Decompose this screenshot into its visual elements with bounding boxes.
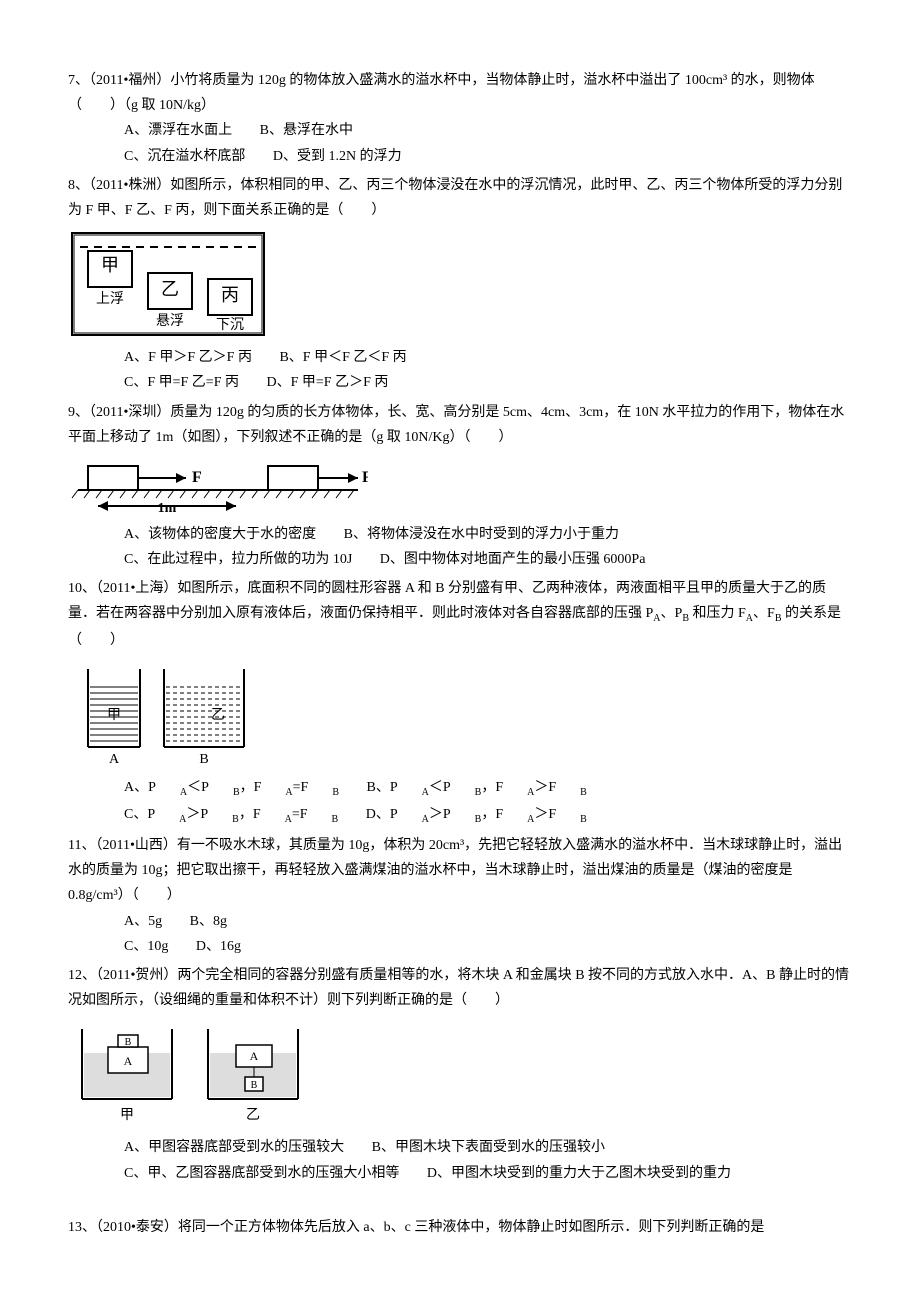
question-9-stem: 9、（2011•深圳）质量为 120g 的匀质的长方体物体，长、宽、高分别是 5… [68,400,852,450]
q7-option-b: B、悬浮在水中 [260,118,353,143]
fig8-jia-label: 甲 [101,255,119,275]
question-8-options: A、F 甲＞F 乙＞F 丙 B、F 甲＜F 乙＜F 丙 C、F 甲=F 乙=F … [68,345,852,395]
q10-stem-d: 、F [753,606,775,621]
fig8-shang-label: 上浮 [96,291,124,307]
q11-option-a: A、5g [124,909,162,934]
q10-sub-b2: B [775,613,782,624]
q10-option-b: B、PA＜PB，FA＞FB [367,775,587,802]
question-10-options: A、PA＜PB，FA=FB B、PA＜PB，FA＞FB C、PA＞PB，FA=F… [68,775,852,829]
q12-option-d: D、甲图木块受到的重力大于乙图木块受到的重力 [427,1161,731,1186]
fig12-yi-A: A [250,1049,259,1063]
question-12-options: A、甲图容器底部受到水的压强较大 B、甲图木块下表面受到水的压强较小 C、甲、乙… [68,1135,852,1185]
question-8-figure: 甲 上浮 乙 悬浮 丙 下沉 [68,229,852,339]
fig9-f2-label: F [362,469,368,486]
q9-option-c: C、在此过程中，拉力所做的功为 10J [124,547,352,572]
question-11-stem: 11、（2011•山西）有一不吸水木球，其质量为 10g，体积为 20cm³，先… [68,833,852,909]
question-7-stem: 7、（2011•福州）小竹将质量为 120g 的物体放入盛满水的溢水杯中，当物体… [68,68,852,118]
fig8-xuan-label: 悬浮 [156,313,184,329]
q8-option-a: A、F 甲＞F 乙＞F 丙 [124,345,252,370]
fig10-yi-label: 乙 [211,707,225,723]
question-10-stem: 10、（2011•上海）如图所示，底面积不同的圆柱形容器 A 和 B 分别盛有甲… [68,576,852,653]
question-10-figure: 甲 A 乙 B [68,659,852,769]
question-13: 13、（2010•泰安）将同一个正方体物体先后放入 a、b、c 三种液体中，物体… [68,1215,852,1240]
fig10-jia-label: 甲 [107,708,121,723]
q10-option-d: D、PA＞PB，FA＞FB [366,802,587,829]
question-11: 11、（2011•山西）有一不吸水木球，其质量为 10g，体积为 20cm³，先… [68,833,852,959]
fig12-yi-B: B [251,1080,258,1091]
q8-option-d: D、F 甲=F 乙＞F 丙 [267,370,389,395]
q7-option-a: A、漂浮在水面上 [124,118,232,143]
q9-option-d: D、图中物体对地面产生的最小压强 6000Pa [380,547,646,572]
q7-option-d: D、受到 1.2N 的浮力 [273,144,402,169]
question-11-options: A、5g B、8g C、10g D、16g [68,909,852,959]
q7-option-c: C、沉在溢水杯底部 [124,144,245,169]
q9-option-a: A、该物体的密度大于水的密度 [124,522,316,547]
q10-sub-b1: B [682,613,689,624]
q8-option-b: B、F 甲＜F 乙＜F 丙 [279,345,406,370]
question-12-stem: 12、（2011•贺州）两个完全相同的容器分别盛有质量相等的水，将木块 A 和金… [68,963,852,1013]
question-9-options: A、该物体的密度大于水的密度 B、将物体浸没在水中时受到的浮力小于重力 C、在此… [68,522,852,572]
q10-sub-a1: A [653,613,660,624]
fig9-dist-label: 1m [158,501,177,516]
q11-option-c: C、10g [124,934,168,959]
q12-option-c: C、甲、乙图容器底部受到水的压强大小相等 [124,1161,399,1186]
fig8-xia-label: 下沉 [216,317,244,333]
fig10-B-label: B [199,752,208,767]
fig12-jia-B: B [125,1037,132,1048]
q11-option-d: D、16g [196,934,241,959]
q12-option-a: A、甲图容器底部受到水的压强较大 [124,1135,344,1160]
q10-option-c: C、PA＞PB，FA=FB [124,802,338,829]
fig12-yi-label: 乙 [246,1107,260,1123]
question-10: 10、（2011•上海）如图所示，底面积不同的圆柱形容器 A 和 B 分别盛有甲… [68,576,852,829]
q12-option-b: B、甲图木块下表面受到水的压强较小 [372,1135,605,1160]
question-9-figure: F F 1m [68,456,852,516]
question-13-stem: 13、（2010•泰安）将同一个正方体物体先后放入 a、b、c 三种液体中，物体… [68,1215,852,1240]
q8-option-c: C、F 甲=F 乙=F 丙 [124,370,239,395]
fig12-jia-label: 甲 [120,1108,134,1123]
fig8-bing-label: 丙 [221,285,239,305]
fig8-yi-label: 乙 [161,279,179,299]
fig10-A-label: A [109,752,120,767]
q10-sub-a2: A [746,613,753,624]
q10-option-a: A、PA＜PB，FA=FB [124,775,339,802]
q10-stem-c: 和压力 F [689,606,746,621]
fig12-jia-A: A [124,1054,133,1068]
question-9: 9、（2011•深圳）质量为 120g 的匀质的长方体物体，长、宽、高分别是 5… [68,400,852,573]
question-8: 8、（2011•株洲）如图所示，体积相同的甲、乙、丙三个物体浸没在水中的浮沉情况… [68,173,852,396]
fig9-f1-label: F [192,469,202,486]
question-12: 12、（2011•贺州）两个完全相同的容器分别盛有质量相等的水，将木块 A 和金… [68,963,852,1186]
q9-option-b: B、将物体浸没在水中时受到的浮力小于重力 [344,522,619,547]
question-8-stem: 8、（2011•株洲）如图所示，体积相同的甲、乙、丙三个物体浸没在水中的浮沉情况… [68,173,852,223]
question-12-figure: A B 甲 A B 乙 [68,1019,852,1129]
question-7-options: A、漂浮在水面上 B、悬浮在水中 C、沉在溢水杯底部 D、受到 1.2N 的浮力 [68,118,852,168]
q11-option-b: B、8g [190,909,227,934]
question-7: 7、（2011•福州）小竹将质量为 120g 的物体放入盛满水的溢水杯中，当物体… [68,68,852,169]
q10-stem-b: 、P [661,606,683,621]
